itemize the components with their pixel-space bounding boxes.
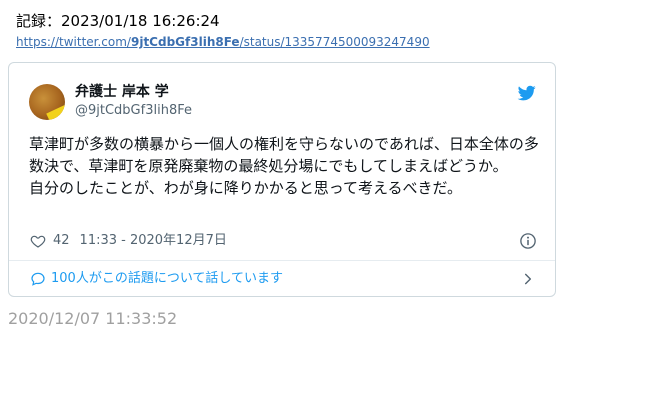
embedded-tweet-card[interactable]: 弁護士 岸本 学 @9jtCdbGf3lih8Fe 草津町が多数の横暴から一個人… (8, 62, 556, 297)
author-display-name[interactable]: 弁護士 岸本 学 (75, 83, 169, 101)
record-timestamp: 記録：2023/01/18 16:26:24 (16, 12, 220, 30)
speech-bubble-icon (31, 272, 45, 286)
tweet-timestamp[interactable]: 11:33 - 2020年12月7日 (80, 232, 227, 250)
source-url-suffix: /status/1335774500093247490 (239, 35, 430, 49)
chevron-right-icon[interactable] (521, 272, 535, 286)
conversation-label: 100人がこの話題について話しています (51, 271, 284, 286)
info-icon[interactable] (519, 232, 537, 250)
like-count[interactable]: 42 (53, 232, 70, 250)
tweet-text-line: 自分のしたことが、わが身に降りかかると思って考えるべきだ。 (29, 179, 463, 197)
avatar[interactable] (29, 84, 65, 120)
heart-icon[interactable] (29, 233, 47, 249)
capture-timestamp: 2020/12/07 11:33:52 (8, 309, 178, 328)
source-url-prefix: https://twitter.com/ (16, 35, 131, 49)
tweet-meta: 42 11:33 - 2020年12月7日 (29, 232, 227, 250)
tweet-text-line: 草津町が多数の横暴から一個人の権利を守らないのであれば、日本全体の多数決で、草津… (29, 135, 539, 175)
conversation-link[interactable]: 100人がこの話題について話しています (29, 270, 283, 288)
divider (9, 260, 555, 261)
tweet-text: 草津町が多数の横暴から一個人の権利を守らないのであれば、日本全体の多数決で、草津… (29, 133, 539, 199)
source-url-link[interactable]: https://twitter.com/9jtCdbGf3lih8Fe/stat… (16, 34, 430, 50)
twitter-bird-icon[interactable] (517, 84, 537, 102)
author-handle[interactable]: @9jtCdbGf3lih8Fe (75, 103, 192, 119)
source-url-user: 9jtCdbGf3lih8Fe (130, 35, 240, 49)
